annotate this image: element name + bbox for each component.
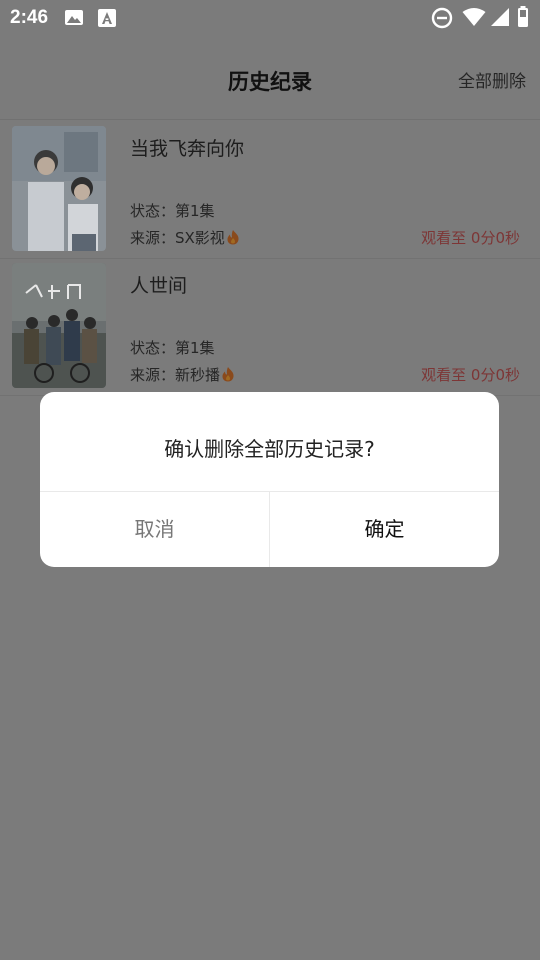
fire-icon — [226, 229, 240, 245]
do-not-disturb-icon — [431, 7, 453, 33]
top-app-bar: 历史纪录 全部删除 — [0, 36, 540, 120]
item-source: 来源：新秒播 — [130, 364, 235, 385]
status-time: 2:46 — [10, 7, 49, 28]
item-progress: 观看至 0分0秒 — [421, 229, 520, 247]
poster-thumbnail — [12, 263, 106, 388]
item-title: 人世间 — [130, 275, 188, 297]
delete-all-button[interactable]: 全部删除 — [458, 67, 526, 92]
poster-thumbnail — [12, 126, 106, 251]
text-notification-icon — [98, 9, 116, 31]
item-source-label: 来源：SX影视 — [130, 229, 225, 247]
item-title: 当我飞奔向你 — [130, 138, 245, 160]
dialog-message: 确认删除全部历史记录? — [164, 437, 375, 461]
image-notification-icon — [64, 9, 84, 30]
history-list: 当我飞奔向你 状态：第1集 来源：SX影视 观看至 0分0秒 人世间 状态：第1… — [0, 122, 540, 396]
confirm-dialog: 确认删除全部历史记录? 取消 确定 — [40, 392, 499, 567]
item-progress: 观看至 0分0秒 — [421, 366, 520, 384]
wifi-icon — [462, 7, 486, 31]
confirm-button[interactable]: 确定 — [270, 492, 499, 567]
fire-icon — [221, 366, 235, 382]
status-bar: 2:46 — [0, 0, 540, 36]
history-item[interactable]: 人世间 状态：第1集 来源：新秒播 观看至 0分0秒 — [0, 259, 540, 396]
item-source-label: 来源：新秒播 — [130, 366, 221, 384]
item-status: 状态：第1集 — [130, 202, 215, 220]
item-source: 来源：SX影视 — [130, 227, 240, 248]
battery-icon — [517, 6, 529, 32]
history-item[interactable]: 当我飞奔向你 状态：第1集 来源：SX影视 观看至 0分0秒 — [0, 122, 540, 259]
item-status: 状态：第1集 — [130, 339, 215, 357]
cancel-button[interactable]: 取消 — [40, 492, 269, 567]
signal-icon — [490, 7, 510, 31]
